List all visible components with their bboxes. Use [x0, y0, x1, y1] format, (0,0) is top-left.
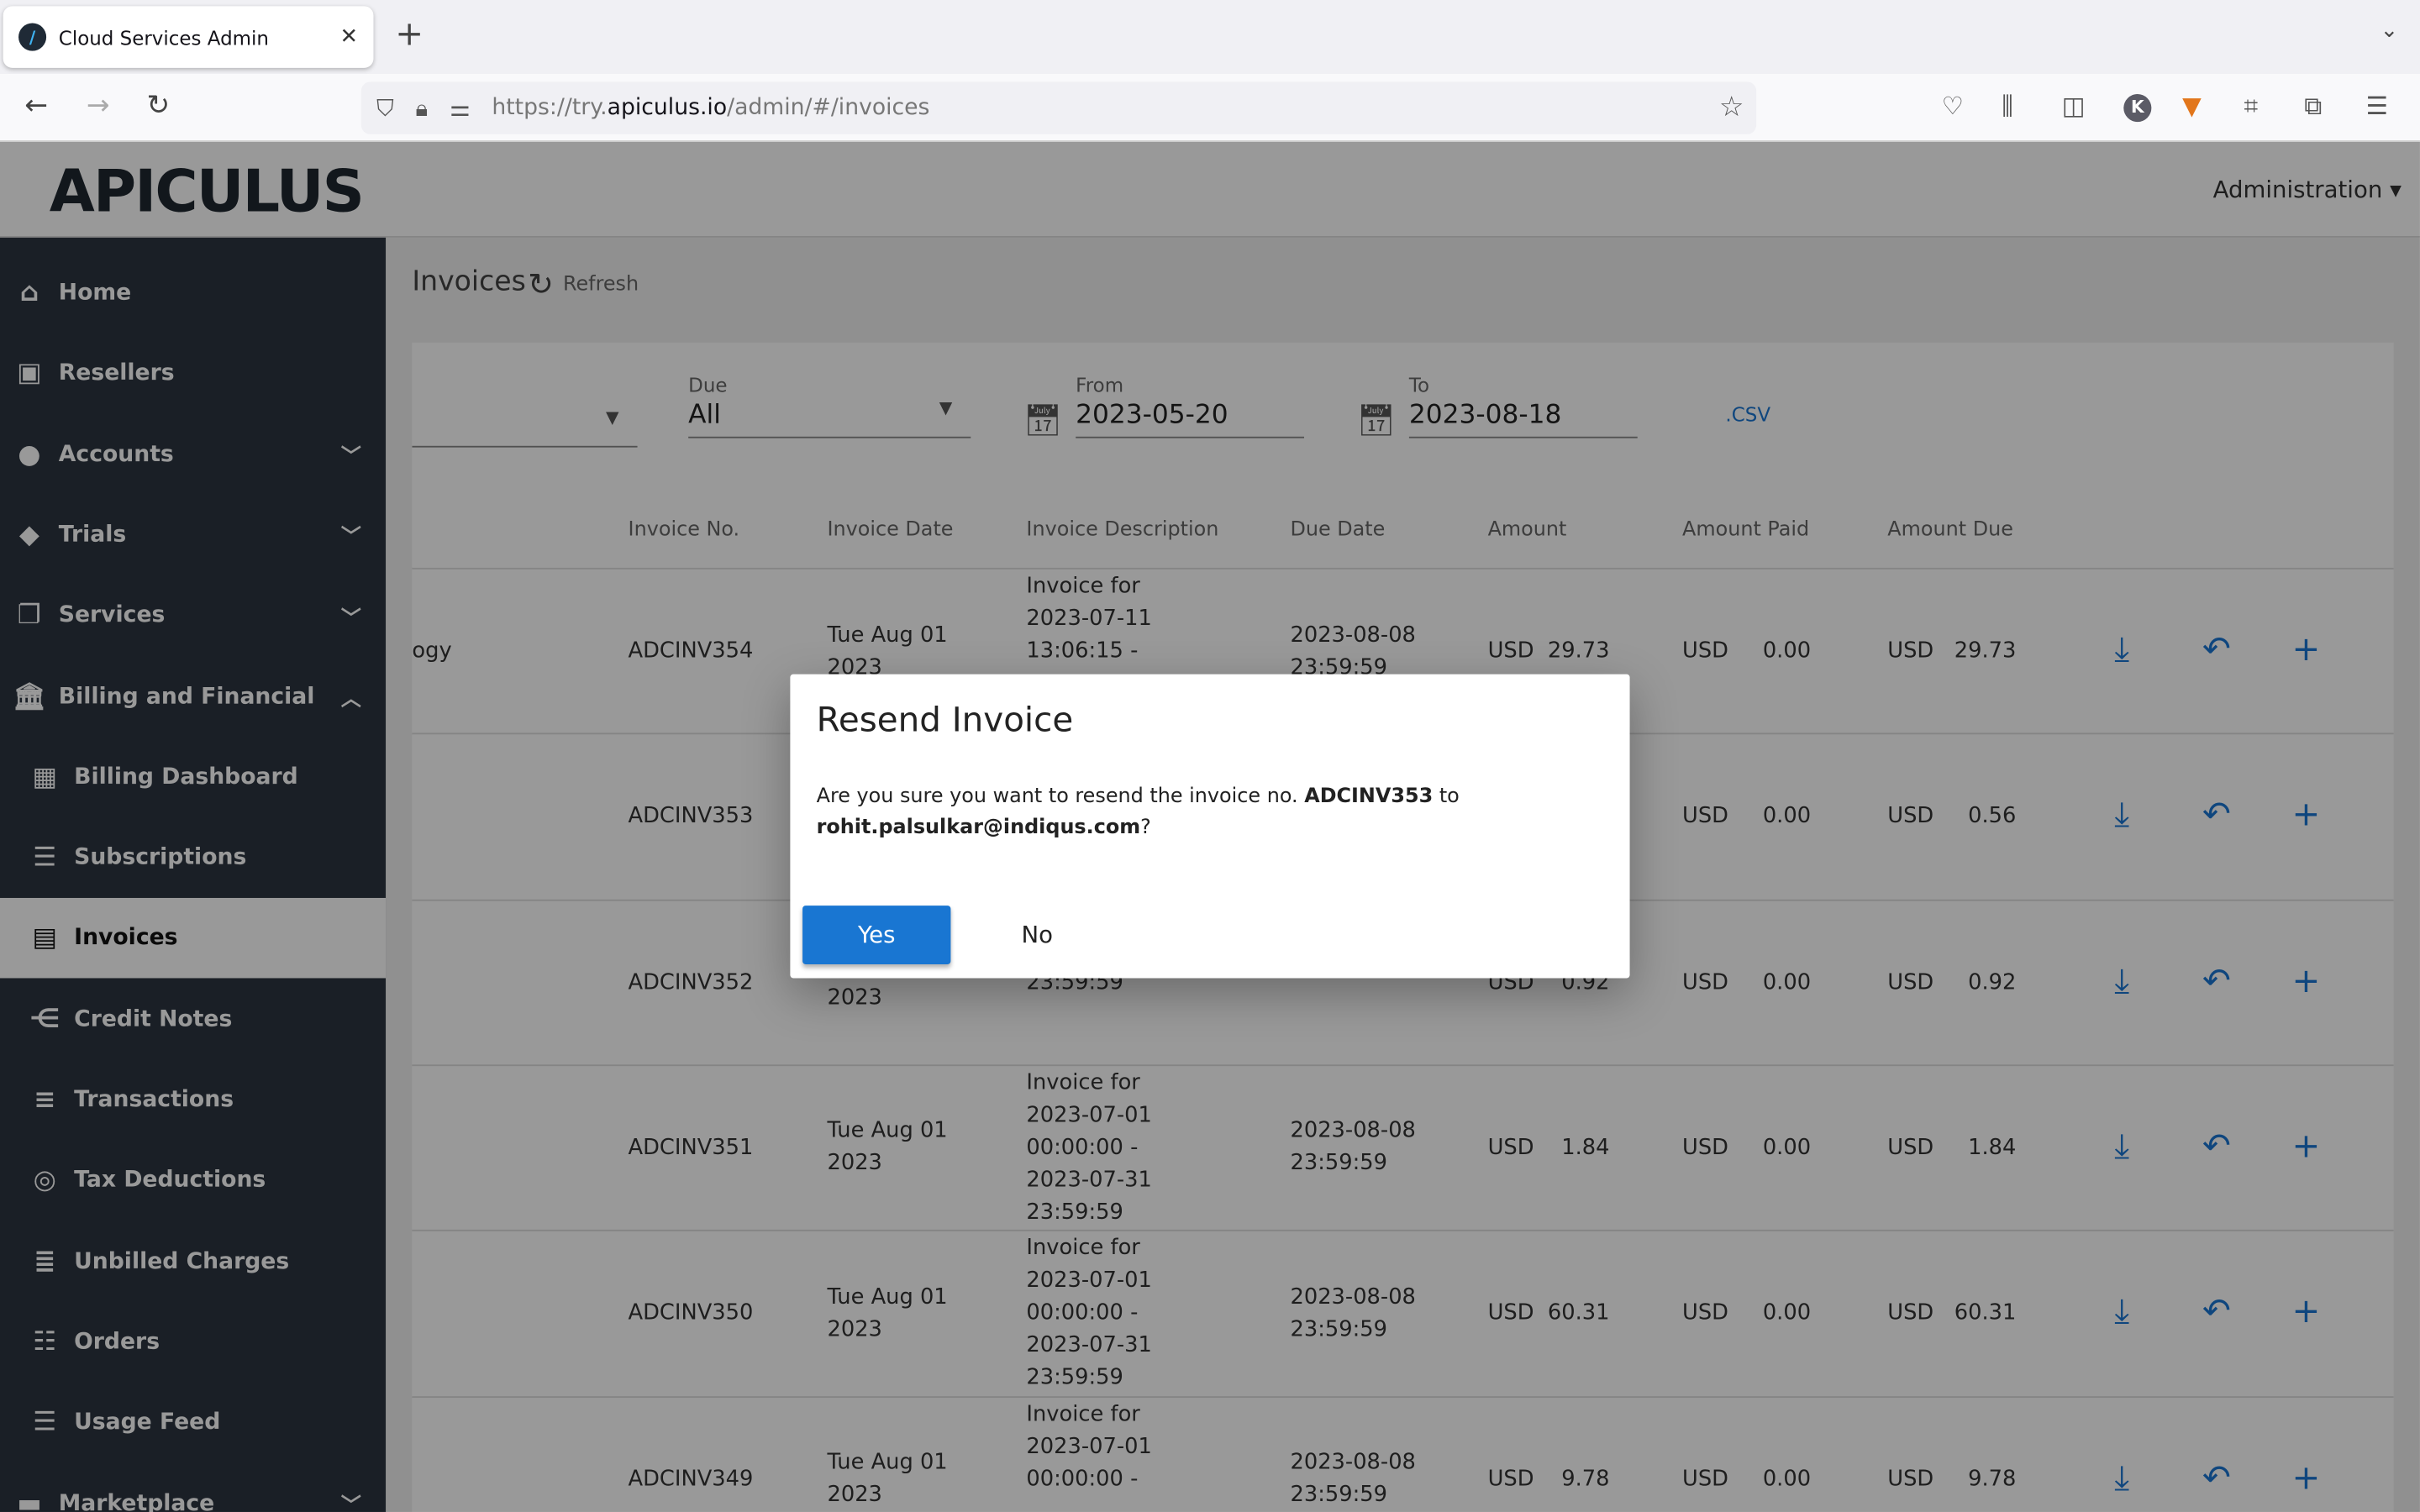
reload-icon[interactable]: ↻: [146, 90, 170, 123]
tab-title: Cloud Services Admin: [58, 25, 269, 49]
k-extension-icon[interactable]: K: [2123, 94, 2152, 123]
back-icon[interactable]: ←: [24, 90, 48, 123]
permissions-icon[interactable]: ⚌: [450, 94, 471, 122]
url-path: /admin/#/invoices: [727, 95, 930, 121]
message-text: to: [1433, 785, 1460, 809]
browser-nav-bar: ← → ↻ ⛉ 🔒︎ ⚌ https://try.apiculus.io/adm…: [0, 74, 2420, 142]
pocket-icon[interactable]: ♡: [1942, 91, 1964, 120]
recipient-email: rohit.palsulkar@indiqus.com: [816, 816, 1141, 840]
shield-icon[interactable]: ⛉: [376, 94, 394, 122]
browser-tab[interactable]: / Cloud Services Admin ✕: [3, 6, 374, 68]
url-text[interactable]: https://try.apiculus.io/admin/#/invoices: [492, 96, 929, 120]
yes-button[interactable]: Yes: [802, 906, 951, 964]
url-domain: apiculus.io: [607, 95, 728, 121]
no-button[interactable]: No: [987, 906, 1086, 964]
message-text: ?: [1140, 816, 1151, 840]
browser-tab-bar: / Cloud Services Admin ✕ + ⌄: [0, 0, 2420, 75]
url-bar[interactable]: ⛉ 🔒︎ ⚌ https://try.apiculus.io/admin/#/i…: [360, 81, 1757, 134]
message-text: Are you sure you want to resend the invo…: [816, 785, 1305, 809]
dialog-title: Resend Invoice: [816, 701, 1074, 741]
forward-icon[interactable]: →: [87, 90, 110, 123]
sidebar-toggle-icon[interactable]: ◫: [2062, 91, 2086, 120]
url-prefix: https://try.: [492, 95, 608, 121]
new-tab-icon[interactable]: +: [395, 15, 424, 54]
crop-icon[interactable]: ⌗: [2244, 91, 2259, 122]
dialog-message: Are you sure you want to resend the invo…: [817, 782, 1588, 843]
library-icon[interactable]: ⫼: [2002, 91, 2013, 122]
list-tabs-chevron-icon[interactable]: ⌄: [2381, 18, 2399, 43]
resend-invoice-dialog: Resend Invoice Are you sure you want to …: [790, 674, 1630, 979]
metamask-fox-icon[interactable]: ▼: [2182, 91, 2202, 120]
lock-icon[interactable]: 🔒︎: [416, 94, 429, 122]
invoice-number: ADCINV353: [1304, 785, 1434, 809]
extensions-icon[interactable]: ⧉: [2304, 91, 2322, 122]
menu-icon[interactable]: ☰: [2366, 91, 2388, 120]
bookmark-star-icon[interactable]: ☆: [1719, 91, 1744, 123]
apiculus-favicon-icon: /: [18, 23, 47, 51]
close-tab-icon[interactable]: ✕: [340, 24, 359, 49]
